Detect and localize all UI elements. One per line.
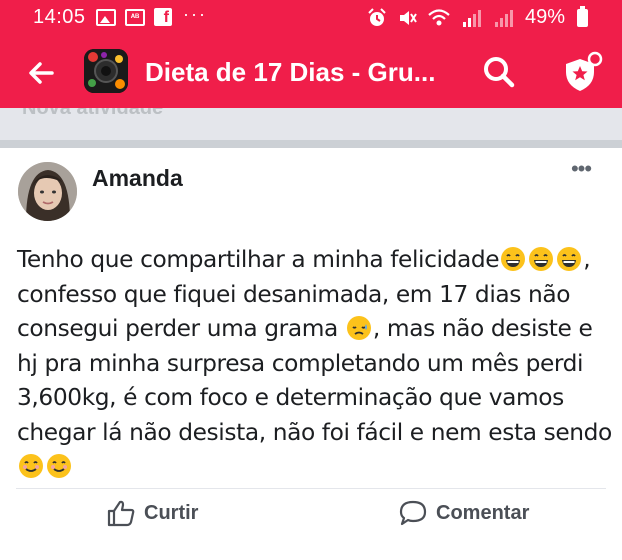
group-avatar[interactable]: [84, 49, 128, 93]
wifi-icon: [428, 8, 450, 25]
smiling-face-icon: [47, 454, 71, 478]
avatar[interactable]: [18, 162, 77, 221]
feed-separator: [0, 140, 622, 148]
group-photo-icon: [84, 49, 128, 93]
comment-label: Comentar: [436, 501, 530, 524]
search-icon[interactable]: [482, 55, 516, 89]
post-divider: [16, 488, 606, 489]
thumbs-up-icon: [107, 500, 135, 527]
comment-button[interactable]: Comentar: [398, 499, 529, 527]
message-icon: ᴬᴮ: [125, 8, 145, 26]
like-button[interactable]: Curtir: [106, 499, 198, 527]
gallery-icon: [96, 8, 116, 26]
grinning-face-icon: [501, 247, 526, 271]
system-status: 49%: [367, 5, 588, 29]
app-bar: Dieta de 17 Dias - Gru...: [0, 36, 622, 108]
grinning-face-icon: [557, 247, 582, 271]
group-title[interactable]: Dieta de 17 Dias - Gru...: [145, 57, 445, 88]
alarm-icon: [368, 7, 386, 26]
signal-icon: [462, 9, 481, 27]
post-card: Amanda ••• Tenho que compartilhar a minh…: [0, 148, 622, 560]
smiling-face-icon: [19, 454, 43, 478]
status-bar: 14:05 ᴬᴮ f ··· 49%: [0, 0, 622, 36]
grinning-face-icon: [529, 247, 554, 271]
avatar-photo-icon: [18, 162, 77, 221]
facebook-icon: f: [154, 8, 172, 26]
status-time: 14:05: [33, 6, 86, 28]
like-label: Curtir: [144, 501, 199, 524]
more-options-icon[interactable]: •••: [566, 158, 596, 184]
sad-relieved-face-icon: [346, 316, 371, 340]
notification-icons: ᴬᴮ f ···: [96, 4, 207, 26]
comment-bubble-icon: [399, 500, 427, 526]
mute-icon: [399, 10, 417, 25]
back-arrow-icon[interactable]: [26, 58, 56, 88]
post-text-part: Tenho que compartilhar a minha felicidad…: [17, 246, 500, 273]
post-author[interactable]: Amanda: [92, 165, 183, 192]
battery-percent: 49%: [524, 6, 565, 28]
more-dots-icon: ···: [183, 3, 207, 24]
previous-strip-text: Nova atividade: [22, 108, 164, 119]
signal-icon: [494, 9, 513, 27]
admin-shield-icon[interactable]: [560, 50, 604, 94]
post-body: Tenho que compartilhar a minha felicidad…: [17, 243, 612, 485]
battery-icon: [577, 5, 588, 27]
previous-post-strip: Nova atividade: [0, 108, 622, 140]
